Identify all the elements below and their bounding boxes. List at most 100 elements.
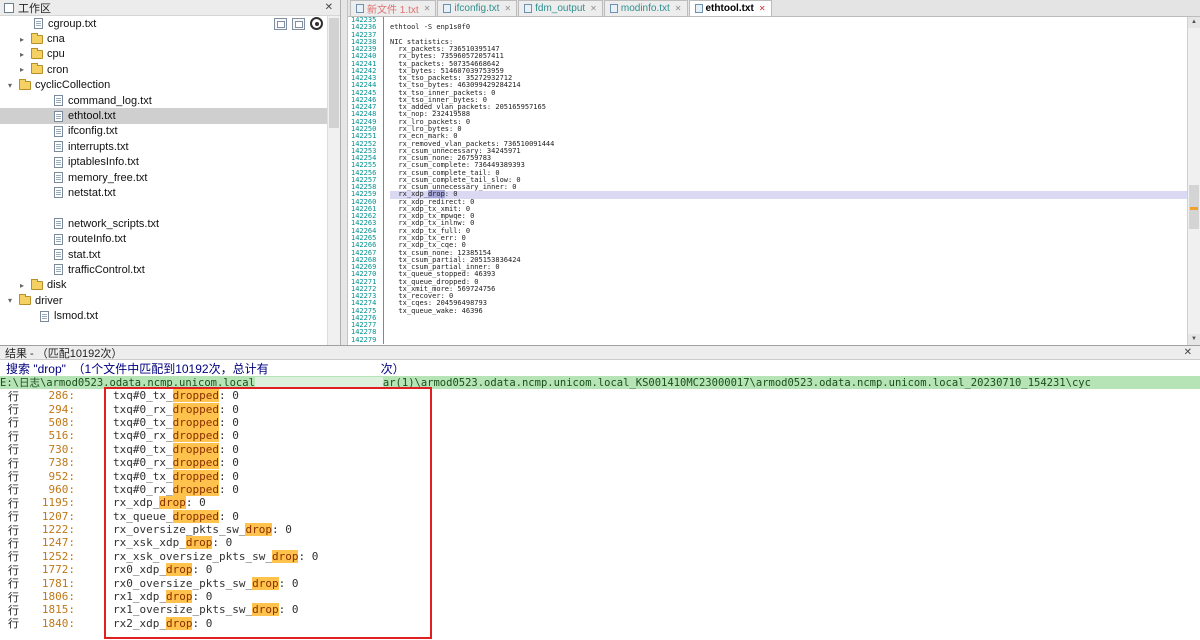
tab-bar: 新文件 1.txt✕ifconfig.txt✕fdm_output✕modinf… [348, 0, 1200, 17]
result-row[interactable]: 行1195:rx_xdp_drop: 0 [0, 496, 1200, 509]
tab-close-icon[interactable]: ✕ [590, 4, 597, 13]
result-row[interactable]: 行1772:rx0_xdp_drop: 0 [0, 563, 1200, 576]
expand-arrow-icon[interactable]: ▸ [20, 65, 31, 74]
row-content: txq#0_tx_dropped: 0 [113, 443, 239, 456]
workspace-close-icon[interactable]: ✕ [322, 3, 336, 13]
tab-close-icon[interactable]: ✕ [424, 4, 431, 13]
row-content: txq#0_rx_dropped: 0 [113, 429, 239, 442]
collapse-arrow-icon[interactable]: ▾ [8, 81, 19, 90]
result-row[interactable]: 行1781:rx0_oversize_pkts_sw_drop: 0 [0, 576, 1200, 589]
tree-scrollbar-thumb[interactable] [329, 18, 339, 128]
tree-item-network_scripts-txt[interactable]: network_scripts.txt [0, 216, 328, 231]
tab-close-icon[interactable]: ✕ [675, 4, 682, 13]
result-row[interactable]: 行1252:rx_xsk_oversize_pkts_sw_drop: 0 [0, 550, 1200, 563]
expand-arrow-icon[interactable]: ▸ [20, 50, 31, 59]
result-row[interactable]: 行516:txq#0_rx_dropped: 0 [0, 429, 1200, 442]
code-text: rx_lro_packets: 0 [390, 119, 1187, 126]
editor-scrollbar[interactable]: ▲ ▼ [1187, 17, 1200, 345]
tree-item-ifconfig-txt[interactable]: ifconfig.txt [0, 124, 328, 139]
sync-with-editor-icon[interactable] [274, 18, 287, 30]
code-text: ethtool -S enp1s0f0 [390, 24, 1187, 31]
tree-item-label: disk [47, 279, 67, 291]
result-row[interactable]: 行1247:rx_xsk_xdp_drop: 0 [0, 536, 1200, 549]
tree-item-routeinfo-txt[interactable]: routeInfo.txt [0, 231, 328, 246]
tab-modinfo-txt[interactable]: modinfo.txt ✕ [604, 0, 688, 16]
tab-fdm_output[interactable]: fdm_output✕ [518, 0, 603, 16]
collapse-all-icon[interactable] [292, 18, 305, 30]
tab-close-icon[interactable]: ✕ [759, 4, 766, 13]
tree-item-memory_free-txt[interactable]: memory_free.txt [0, 170, 328, 185]
expand-arrow-icon[interactable]: ▸ [20, 35, 31, 44]
code-text: rx_packets: 736510395147 [390, 46, 1187, 53]
tree-item-label: network_scripts.txt [68, 218, 159, 230]
tree-item-cpu[interactable]: ▸cpu [0, 47, 328, 62]
result-file-path[interactable]: E:\日志\armod0523.odata.ncmp.unicom.locala… [0, 376, 1200, 389]
code-line: 142248 tx_nop: 232419588 [348, 111, 1187, 118]
tree-item-lsmod-txt[interactable]: lsmod.txt [0, 308, 328, 323]
result-row[interactable]: 行730:txq#0_tx_dropped: 0 [0, 443, 1200, 456]
results-close-icon[interactable]: ✕ [1181, 348, 1195, 358]
tab-label: ethtool.txt [706, 3, 754, 14]
code-text: rx_xdp_drop: 0 [390, 191, 1187, 198]
result-row[interactable]: 行1207:tx_queue_dropped: 0 [0, 510, 1200, 523]
locate-file-icon[interactable] [310, 17, 323, 30]
tree-item-netstat-txt[interactable]: netstat.txt [0, 185, 328, 200]
tree-item-trafficcontrol-txt[interactable]: trafficControl.txt [0, 262, 328, 277]
result-row[interactable]: 行960:txq#0_rx_dropped: 0 [0, 483, 1200, 496]
tree-item-label: command_log.txt [68, 95, 152, 107]
tree-item-interrupts-txt[interactable]: interrupts.txt [0, 139, 328, 154]
tree-item-iptablesinfo-txt[interactable]: iptablesInfo.txt [0, 155, 328, 170]
row-line-number: 1252: [23, 550, 75, 563]
tree-item-ethtool-txt[interactable]: ethtool.txt [0, 108, 328, 123]
result-row[interactable]: 行286:txq#0_tx_dropped: 0 [0, 389, 1200, 402]
result-row[interactable]: 行952:txq#0_tx_dropped: 0 [0, 469, 1200, 482]
summary-text-suffix: 次） [381, 360, 405, 377]
row-line-number: 1840: [23, 617, 75, 630]
tree-item-driver[interactable]: ▾ driver [0, 293, 328, 308]
collapse-arrow-icon[interactable]: ▾ [8, 296, 19, 305]
scroll-up-icon[interactable]: ▲ [1188, 17, 1200, 28]
tab-close-icon[interactable]: ✕ [504, 4, 511, 13]
code-text: NIC statistics: [390, 39, 1187, 46]
tab--1-txt[interactable]: 新文件 1.txt✕ [350, 0, 436, 16]
file-icon [54, 95, 63, 106]
tree-item-cna[interactable]: ▸ cna [0, 31, 328, 46]
editor-code[interactable]: 142235142236ethtool -S enp1s0f0142237142… [348, 17, 1187, 345]
tree-item-label: cyclicCollection [35, 79, 110, 91]
tree-item-label: cna [47, 33, 65, 45]
file-icon [54, 234, 63, 245]
tree-item-command_log-txt[interactable]: command_log.txt [0, 93, 328, 108]
document-icon [695, 4, 703, 13]
code-text: rx_xdp_redirect: 0 [390, 199, 1187, 206]
tree-scrollbar[interactable] [327, 16, 340, 345]
result-row[interactable]: 行738:txq#0_rx_dropped: 0 [0, 456, 1200, 469]
code-line: 142275 tx_queue_wake: 46396 [348, 308, 1187, 315]
tree-item-stat-txt[interactable]: stat.txt [0, 247, 328, 262]
result-row[interactable]: 行508:txq#0_tx_dropped: 0 [0, 416, 1200, 429]
row-line-number: 738: [23, 456, 75, 469]
result-row[interactable]: 行1840:rx2_xdp_drop: 0 [0, 617, 1200, 630]
tree-item-cron[interactable]: ▸cron [0, 62, 328, 77]
code-text: tx_csum_partial: 205153836424 [390, 257, 1187, 264]
workspace-tree: cgroup.txt▸cna▸cpu▸cron▾cyclicCollection… [0, 16, 328, 345]
code-text [390, 322, 1187, 329]
tree-item-disk[interactable]: ▸ disk [0, 278, 328, 293]
code-text: tx_added_vlan_packets: 205165957165 [390, 104, 1187, 111]
tree-item-cycliccollection[interactable]: ▾ cyclicCollection [0, 78, 328, 93]
panel-splitter[interactable] [341, 0, 348, 345]
result-row[interactable]: 行1815:rx1_oversize_pkts_sw_drop: 0 [0, 603, 1200, 616]
tab-ethtool-txt[interactable]: ethtool.txt ✕ [689, 0, 772, 16]
expand-arrow-icon[interactable]: ▸ [20, 281, 31, 290]
row-line-number: 1247: [23, 536, 75, 549]
tree-item-label: driver [35, 295, 63, 307]
result-row[interactable]: 行1222:rx_oversize_pkts_sw_drop: 0 [0, 523, 1200, 536]
row-content: rx1_oversize_pkts_sw_drop: 0 [113, 603, 298, 616]
code-text: tx_recover: 0 [390, 293, 1187, 300]
result-row[interactable]: 行1806:rx1_xdp_drop: 0 [0, 590, 1200, 603]
code-line: 142237 [348, 32, 1187, 39]
scroll-down-icon[interactable]: ▼ [1188, 334, 1200, 345]
result-row[interactable]: 行294:txq#0_rx_dropped: 0 [0, 402, 1200, 415]
tab-ifconfig-txt[interactable]: ifconfig.txt✕ [437, 0, 517, 16]
folder-icon [31, 35, 43, 44]
tab-label: modinfo.txt [621, 3, 670, 14]
